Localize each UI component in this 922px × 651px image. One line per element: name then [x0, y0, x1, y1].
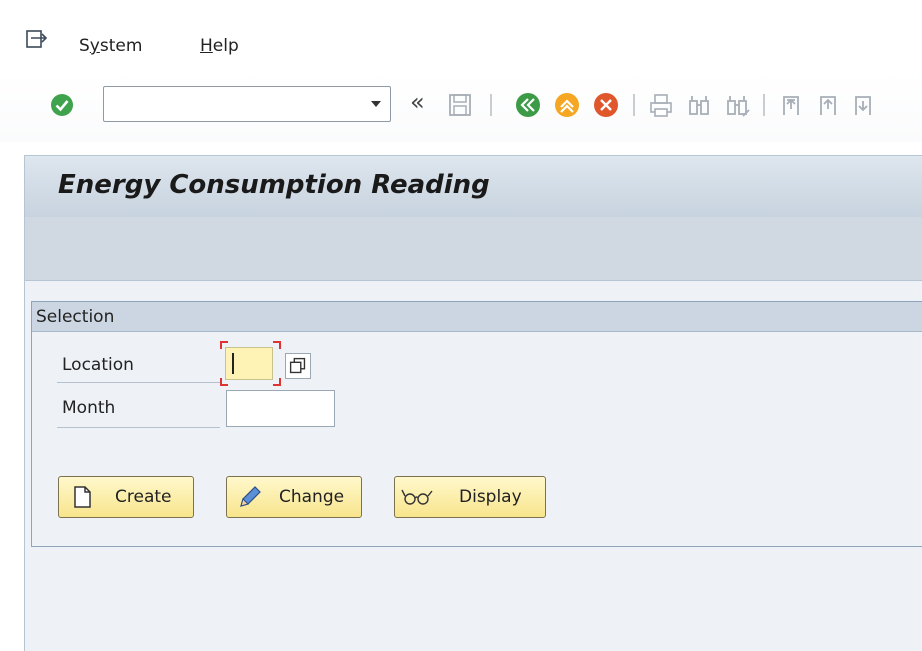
find-next-icon[interactable] [723, 91, 751, 119]
menu-bar: System Help [0, 18, 922, 68]
pencil-icon [240, 486, 261, 507]
first-page-icon[interactable] [778, 91, 806, 119]
collapse-toolbar-icon[interactable]: « [410, 88, 425, 116]
location-label: Location [62, 355, 134, 375]
value-help-icon[interactable] [285, 353, 311, 379]
label-underline [57, 382, 220, 383]
focus-marker [273, 341, 281, 349]
back-icon[interactable] [514, 91, 542, 119]
month-label: Month [62, 398, 116, 418]
page-title: Energy Consumption Reading [58, 170, 490, 200]
month-input[interactable] [226, 390, 335, 427]
dropdown-arrow-icon[interactable] [370, 100, 382, 108]
display-label: Display [459, 487, 522, 507]
next-page-icon[interactable] [850, 91, 878, 119]
group-title: Selection [36, 307, 115, 327]
menu-toggle-icon[interactable] [25, 28, 49, 52]
command-input[interactable] [110, 89, 354, 121]
command-field[interactable] [103, 86, 391, 122]
create-label: Create [115, 487, 172, 507]
print-icon[interactable] [647, 91, 675, 119]
change-button[interactable]: Change [226, 476, 362, 518]
new-document-icon [74, 486, 91, 508]
menu-item-system[interactable]: System [79, 36, 142, 56]
focus-marker [220, 341, 228, 349]
glasses-icon [401, 489, 433, 505]
focus-marker [273, 378, 281, 386]
previous-page-icon[interactable] [815, 91, 843, 119]
title-bar: Energy Consumption Reading [24, 155, 922, 217]
standard-toolbar: « [0, 72, 922, 142]
cancel-icon[interactable] [592, 91, 620, 119]
exit-icon[interactable] [553, 91, 581, 119]
application-toolbar [24, 217, 922, 281]
focus-marker [220, 378, 228, 386]
save-icon[interactable] [446, 91, 474, 119]
group-header: Selection [32, 302, 922, 332]
label-underline [57, 427, 220, 428]
change-label: Change [279, 487, 345, 507]
text-cursor [232, 353, 234, 374]
create-button[interactable]: Create [58, 476, 194, 518]
enter-icon[interactable] [49, 92, 75, 118]
find-icon[interactable] [685, 91, 713, 119]
toolbar-separator [763, 94, 765, 116]
menu-item-help[interactable]: Help [200, 36, 239, 56]
display-button[interactable]: Display [394, 476, 546, 518]
toolbar-separator [490, 94, 492, 116]
toolbar-separator [633, 94, 635, 116]
location-input[interactable] [220, 341, 281, 386]
